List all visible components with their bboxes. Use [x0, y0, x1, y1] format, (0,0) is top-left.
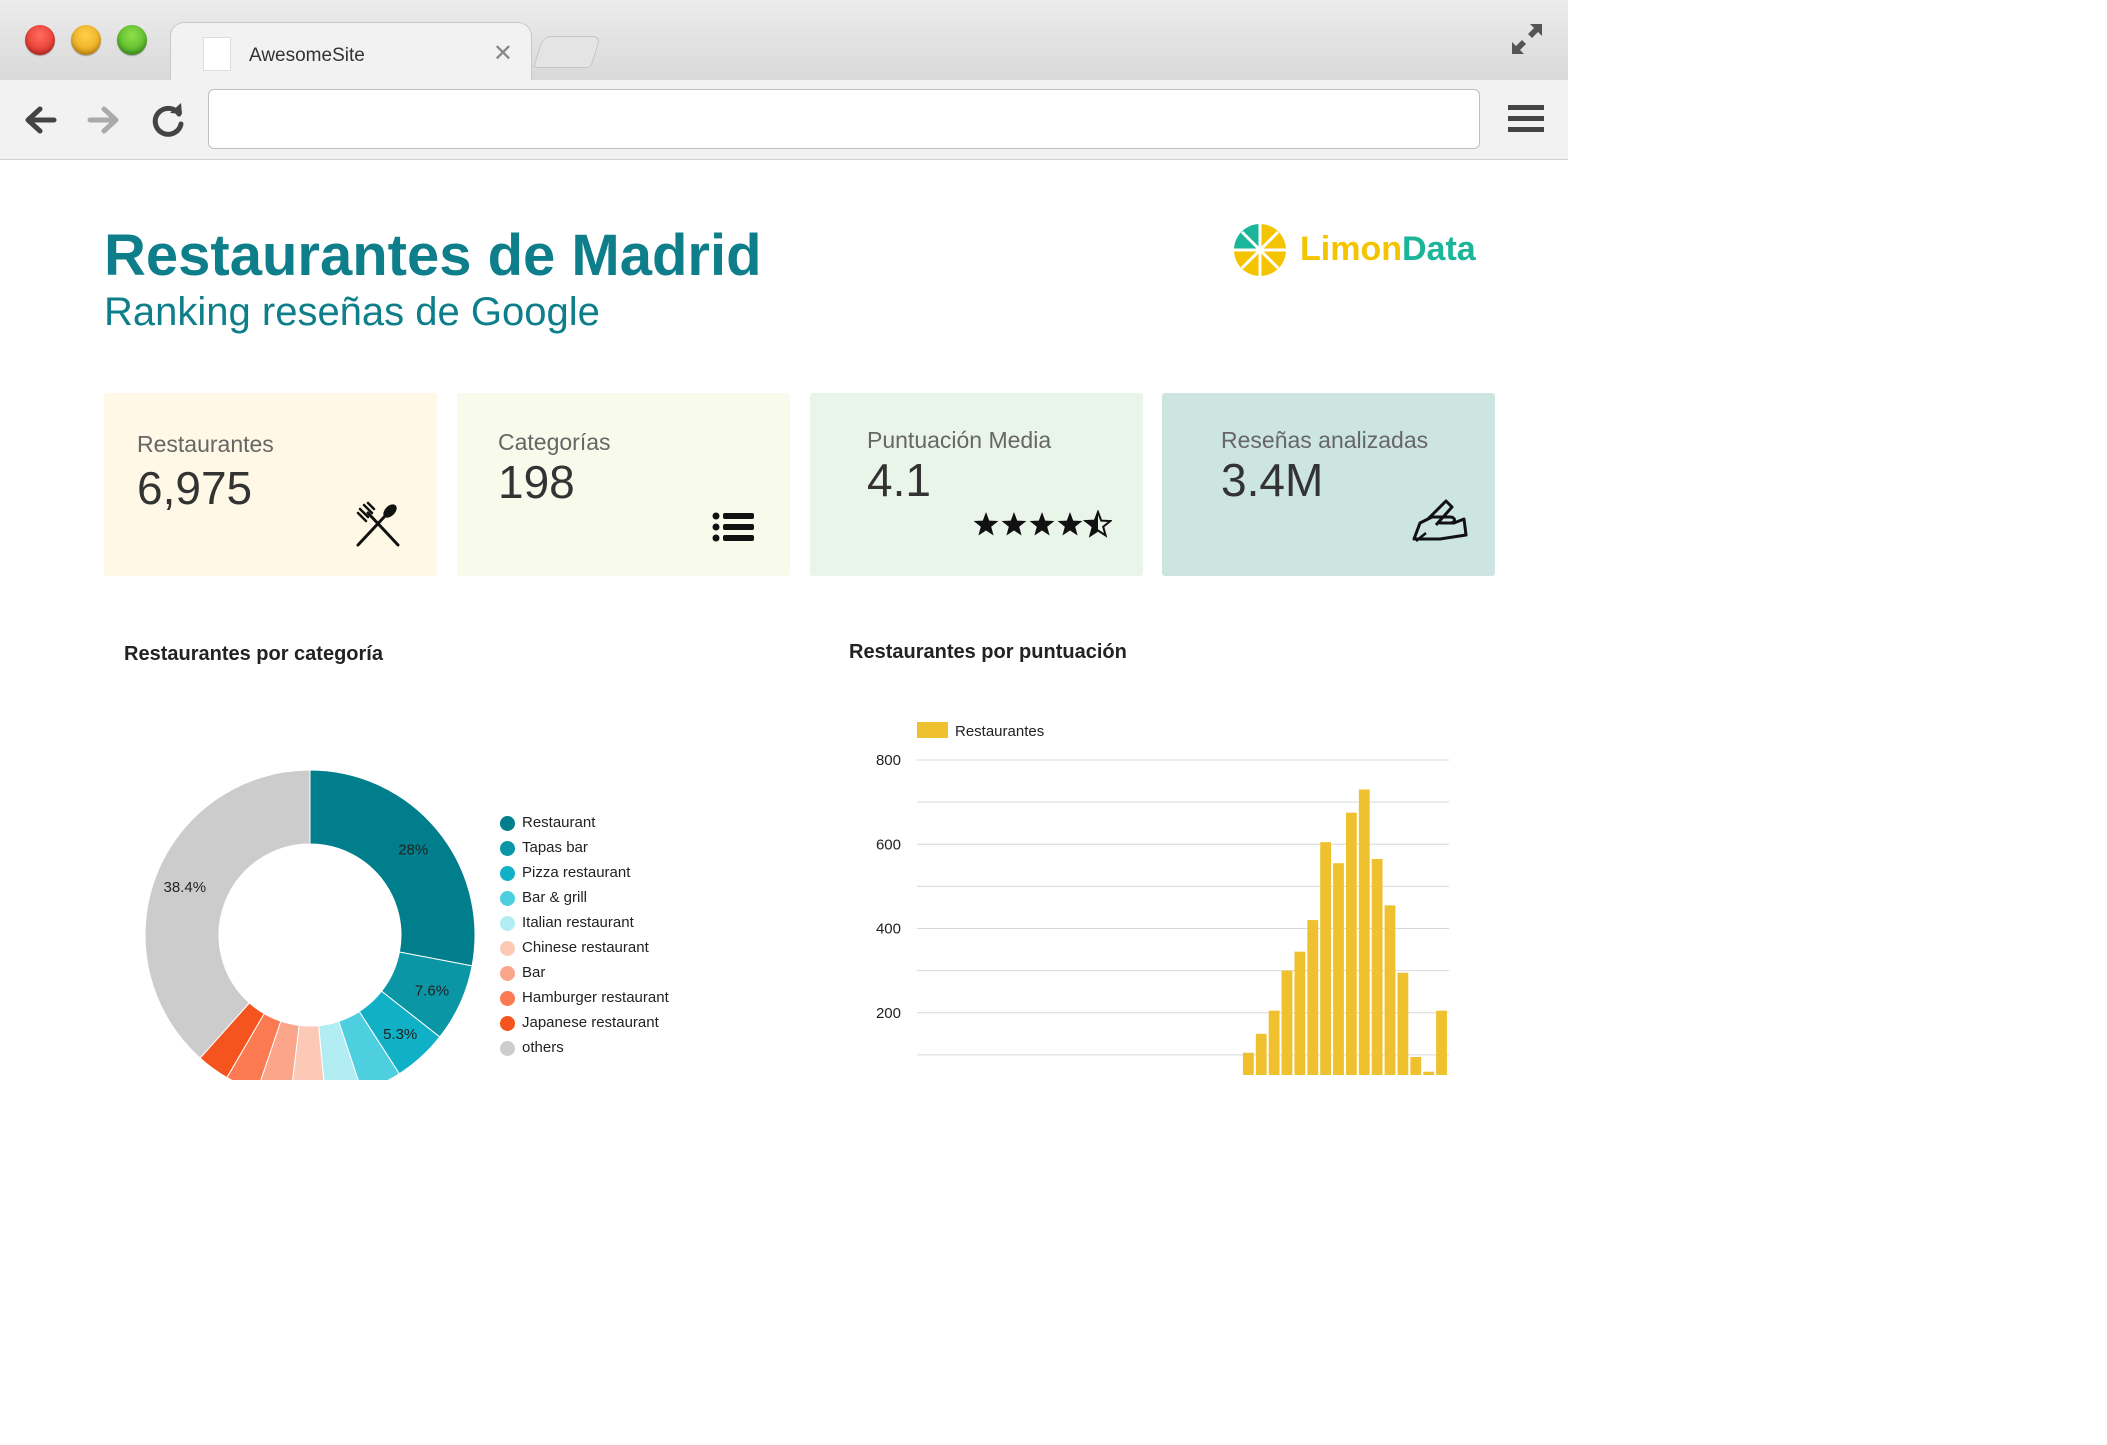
y-tick-label: 600	[876, 836, 901, 853]
logo-wordmark: LimonData	[1300, 230, 1476, 269]
bar-legend-label: Restaurantes	[955, 723, 1044, 740]
legend-swatch	[500, 941, 515, 956]
bar-chart-title: Restaurantes por puntuación	[849, 641, 1127, 663]
lemon-slice-icon	[1234, 224, 1286, 276]
kpi-card-restaurantes: Restaurantes 6,975	[104, 393, 437, 576]
y-tick-label: 400	[876, 921, 901, 938]
legend-label: Tapas bar	[522, 839, 588, 856]
legend-swatch	[500, 991, 515, 1006]
donut-slice-label: 38.4%	[164, 879, 207, 896]
kpi-value: 6,975	[137, 462, 253, 514]
star-full-icon	[973, 512, 999, 536]
logo-word-data: Data	[1401, 230, 1476, 268]
bar[interactable]	[1397, 972, 1409, 1075]
bar[interactable]	[1410, 1056, 1422, 1075]
writing-hand-icon	[1412, 499, 1468, 542]
reload-icon[interactable]	[148, 100, 188, 140]
donut-slice-others[interactable]	[144, 769, 311, 1059]
bar[interactable]	[1371, 858, 1383, 1075]
bar[interactable]	[1436, 1010, 1447, 1075]
bar[interactable]	[1320, 842, 1332, 1075]
back-arrow-icon[interactable]	[20, 100, 60, 140]
fork-knife-icon	[356, 501, 400, 547]
stars-icon	[973, 510, 1112, 538]
kpi-label: Reseñas analizadas	[1221, 427, 1429, 453]
page-title: Restaurantes de Madrid	[104, 223, 762, 288]
bar[interactable]	[1358, 789, 1370, 1075]
y-tick-label: 800	[876, 752, 901, 769]
bar[interactable]	[1268, 1010, 1280, 1075]
bar[interactable]	[1423, 1071, 1435, 1075]
legend-label: Japanese restaurant	[522, 1014, 659, 1031]
browser-toolbar	[0, 80, 1568, 160]
rating-bar-chart: Restaurantes 800 600 400 200	[876, 722, 1449, 1075]
list-icon	[712, 512, 754, 542]
bar[interactable]	[1384, 905, 1396, 1075]
bar[interactable]	[1281, 970, 1293, 1075]
legend-swatch	[500, 891, 515, 906]
hamburger-menu-icon[interactable]	[1508, 103, 1544, 135]
legend-swatch	[500, 866, 515, 881]
legend-swatch	[500, 966, 515, 981]
bar[interactable]	[1242, 1052, 1254, 1075]
star-full-icon	[1057, 512, 1083, 536]
bar[interactable]	[1255, 1033, 1267, 1075]
legend-swatch	[500, 1016, 515, 1031]
donut-slice-label: 7.6%	[415, 983, 449, 1000]
new-tab-button[interactable]	[532, 36, 602, 68]
category-donut-chart: 28% 7.6% 5.3% 38.4%	[144, 769, 476, 1080]
donut-slice-label: 5.3%	[383, 1026, 417, 1043]
legend-label: Chinese restaurant	[522, 939, 649, 956]
bar[interactable]	[1333, 863, 1344, 1075]
kpi-value: 3.4M	[1221, 454, 1324, 506]
limondata-logo: LimonData	[1232, 222, 1492, 278]
kpi-card-puntuacion: Puntuación Media 4.1	[810, 393, 1143, 576]
legend-label: Restaurant	[522, 814, 596, 831]
kpi-card-resenas: Reseñas analizadas 3.4M	[1162, 393, 1495, 576]
legend-label: others	[522, 1039, 564, 1056]
kpi-label: Categorías	[498, 429, 611, 455]
kpi-label: Puntuación Media	[867, 427, 1052, 453]
bar[interactable]	[1345, 812, 1357, 1075]
bar[interactable]	[1294, 951, 1306, 1075]
address-bar[interactable]	[208, 89, 1480, 149]
legend-label: Hamburger restaurant	[522, 989, 669, 1006]
legend-swatch	[500, 1041, 515, 1056]
logo-word-limon: Limon	[1300, 230, 1402, 268]
forward-arrow-icon[interactable]	[84, 100, 124, 140]
browser-titlebar: AwesomeSite ✕	[0, 0, 1568, 82]
legend-swatch	[500, 916, 515, 931]
kpi-card-categorias: Categorías 198	[457, 393, 790, 576]
donut-slice-label: 28%	[398, 842, 428, 859]
bar-legend-swatch	[917, 722, 948, 738]
kpi-value: 198	[498, 456, 575, 508]
page-subtitle: Ranking reseñas de Google	[104, 290, 600, 334]
page-favicon-icon	[203, 37, 231, 71]
donut-chart-title: Restaurantes por categoría	[124, 643, 383, 665]
star-full-icon	[1001, 512, 1027, 536]
minimize-window-button[interactable]	[71, 25, 101, 55]
tab-title: AwesomeSite	[249, 45, 365, 66]
star-full-icon	[1029, 512, 1055, 536]
donut-slice-restaurant[interactable]	[309, 769, 476, 967]
legend-label: Bar & grill	[522, 889, 588, 906]
legend-swatch	[500, 816, 515, 831]
y-tick-label: 200	[876, 1005, 901, 1022]
kpi-label: Restaurantes	[137, 431, 274, 457]
close-window-button[interactable]	[25, 25, 55, 55]
browser-tab[interactable]: AwesomeSite ✕	[170, 22, 532, 82]
bar[interactable]	[1307, 920, 1319, 1075]
fullscreen-icon[interactable]	[1510, 22, 1544, 56]
legend-label: Bar	[522, 964, 546, 981]
legend-swatch	[500, 841, 515, 856]
legend-label: Pizza restaurant	[522, 864, 631, 881]
maximize-window-button[interactable]	[117, 25, 147, 55]
kpi-value: 4.1	[867, 454, 931, 506]
tab-close-icon[interactable]: ✕	[493, 39, 513, 68]
legend-label: Italian restaurant	[522, 914, 634, 931]
